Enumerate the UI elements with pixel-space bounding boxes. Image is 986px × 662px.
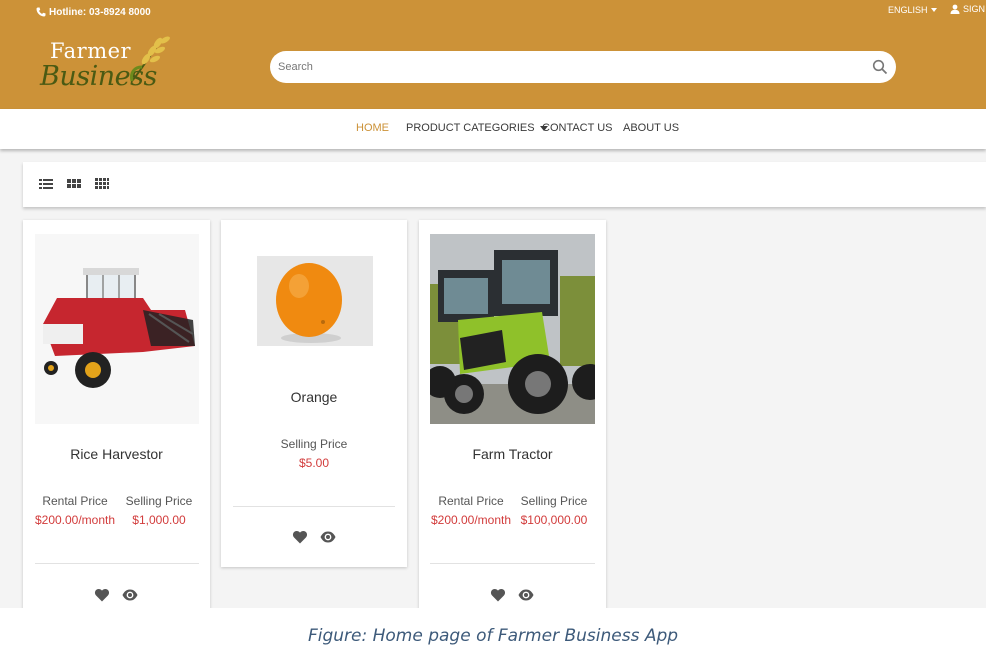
- logo[interactable]: Farmer Business: [40, 33, 170, 97]
- product-title[interactable]: Orange: [221, 389, 407, 405]
- product-image-rice-harvestor[interactable]: [35, 234, 199, 424]
- compact-grid-view-icon[interactable]: [95, 178, 109, 190]
- eye-icon[interactable]: [320, 529, 336, 545]
- sign-label: SIGN: [963, 4, 986, 14]
- product-image-orange[interactable]: [257, 256, 373, 346]
- nav-product-categories-label: PRODUCT CATEGORIES: [406, 122, 535, 134]
- eye-icon[interactable]: [122, 587, 138, 603]
- product-card[interactable]: Rice Harvestor Rental Price Selling Pric…: [23, 220, 210, 608]
- grid-view-icon[interactable]: [67, 178, 81, 190]
- card-divider: [35, 563, 199, 564]
- product-card[interactable]: Farm Tractor Rental Price Selling Price …: [419, 220, 606, 608]
- heart-icon[interactable]: [94, 587, 110, 603]
- app-screen: Hotline: 03-8924 8000 ENGLISH SIGN Farme…: [0, 0, 986, 608]
- hotline: Hotline: 03-8924 8000: [36, 5, 151, 19]
- product-title[interactable]: Farm Tractor: [419, 446, 606, 462]
- language-label: ENGLISH: [888, 5, 928, 15]
- selling-price-value: $5.00: [298, 456, 330, 470]
- chevron-down-icon: [930, 8, 937, 12]
- nav-contact-us-label: CONTACT US: [542, 122, 613, 134]
- product-card[interactable]: Orange Selling Price $5.00: [221, 220, 407, 567]
- hotline-text: Hotline: 03-8924 8000: [49, 6, 151, 18]
- language-select[interactable]: ENGLISH: [888, 5, 937, 15]
- rental-price-label: Rental Price: [438, 494, 504, 508]
- figure-caption: Figure: Home page of Farmer Business App: [307, 626, 679, 646]
- heart-icon[interactable]: [292, 529, 308, 545]
- heart-icon[interactable]: [490, 587, 506, 603]
- main-nav: HOME PRODUCT CATEGORIES CONTACT US ABOUT…: [0, 109, 986, 149]
- nav-home-label: HOME: [356, 122, 389, 134]
- nav-product-categories[interactable]: PRODUCT CATEGORIES: [406, 122, 548, 134]
- card-divider: [430, 563, 595, 564]
- top-header: Hotline: 03-8924 8000 ENGLISH SIGN Farme…: [0, 0, 986, 109]
- product-title[interactable]: Rice Harvestor: [23, 446, 210, 462]
- phone-icon: [36, 7, 46, 17]
- user-icon: [950, 4, 960, 14]
- nav-contact-us[interactable]: CONTACT US: [542, 122, 613, 134]
- selling-price-label: Selling Price: [125, 494, 193, 508]
- rental-price-value: $200.00/month: [34, 513, 116, 527]
- nav-home[interactable]: HOME: [356, 122, 389, 134]
- view-toolbar: [23, 162, 986, 207]
- sign-in-link[interactable]: SIGN: [950, 4, 985, 14]
- eye-icon[interactable]: [518, 587, 534, 603]
- selling-price-value: $1,000.00: [132, 513, 186, 527]
- rental-price-label: Rental Price: [42, 494, 108, 508]
- list-view-icon[interactable]: [39, 178, 53, 190]
- card-divider: [233, 506, 395, 507]
- rental-price-value: $200.00/month: [430, 513, 512, 527]
- search-input[interactable]: [278, 51, 868, 83]
- selling-price-label: Selling Price: [280, 437, 348, 451]
- nav-about-us-label: ABOUT US: [623, 122, 680, 134]
- wheat-icon: [130, 36, 170, 82]
- logo-text-top: Farmer: [50, 39, 132, 63]
- nav-about-us[interactable]: ABOUT US: [623, 122, 679, 134]
- search-icon[interactable]: [872, 59, 888, 75]
- selling-price-value: $100,000.00: [520, 513, 588, 527]
- search-bar[interactable]: [270, 51, 896, 83]
- selling-price-label: Selling Price: [520, 494, 588, 508]
- product-image-farm-tractor[interactable]: [430, 234, 595, 424]
